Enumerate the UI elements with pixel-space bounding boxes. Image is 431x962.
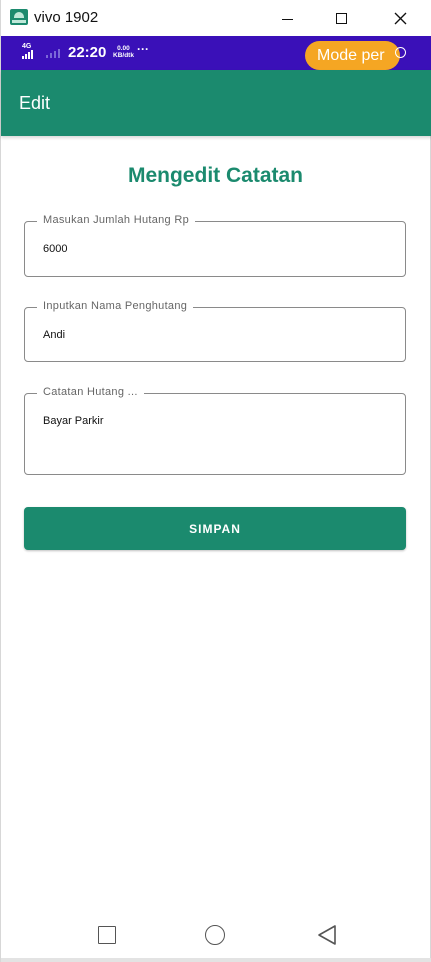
minimize-icon [281, 18, 293, 20]
window-bottom-edge [1, 958, 431, 962]
window-title: vivo 1902 [34, 9, 99, 26]
toolbar-title: Edit [19, 93, 51, 113]
signal-icon [22, 50, 37, 59]
close-icon [394, 12, 406, 24]
save-button[interactable]: SIMPAN [24, 507, 406, 550]
maximize-button[interactable] [323, 4, 359, 32]
maximize-icon [335, 12, 347, 24]
more-icon: ··· [137, 42, 149, 56]
debtor-name-label: Inputkan Nama Penghutang [37, 300, 194, 312]
debtor-name-field[interactable]: Inputkan Nama Penghutang Andi [24, 300, 406, 362]
phone-statusbar: 4G 22:20 0.00 KB/dtk ··· Mode per [1, 36, 431, 70]
back-icon[interactable] [316, 924, 338, 946]
network-type: 4G [22, 43, 32, 50]
network-speed-value: 0.00 [117, 45, 130, 52]
home-icon[interactable] [205, 925, 225, 945]
app-toolbar: Edit [1, 70, 431, 136]
status-clock: 22:20 [68, 44, 107, 61]
network-speed: 0.00 KB/dtk [113, 45, 134, 59]
mode-badge[interactable]: Mode per [305, 41, 400, 70]
amount-field[interactable]: Masukan Jumlah Hutang Rp 6000 [24, 214, 406, 277]
amount-label: Masukan Jumlah Hutang Rp [37, 214, 195, 226]
page-title: Mengedit Catatan [127, 164, 303, 187]
ring-icon [395, 47, 406, 58]
debtor-name-value: Andi [43, 329, 66, 341]
note-value: Bayar Parkir [43, 415, 104, 427]
network-speed-unit: KB/dtk [113, 52, 134, 59]
close-button[interactable] [382, 4, 418, 32]
amount-value: 6000 [43, 243, 68, 255]
window-titlebar: vivo 1902 [1, 0, 431, 36]
minimize-button[interactable] [269, 4, 305, 32]
note-field[interactable]: Catatan Hutang ... Bayar Parkir [24, 386, 406, 475]
note-label: Catatan Hutang ... [37, 386, 144, 398]
android-navbar [1, 912, 431, 958]
emulator-window: vivo 1902 4G 22:20 0.00 KB/dtk ··· Mode … [0, 0, 431, 962]
android-app-icon [10, 9, 28, 25]
signal-secondary-icon [46, 49, 64, 58]
recent-apps-icon[interactable] [98, 926, 116, 944]
